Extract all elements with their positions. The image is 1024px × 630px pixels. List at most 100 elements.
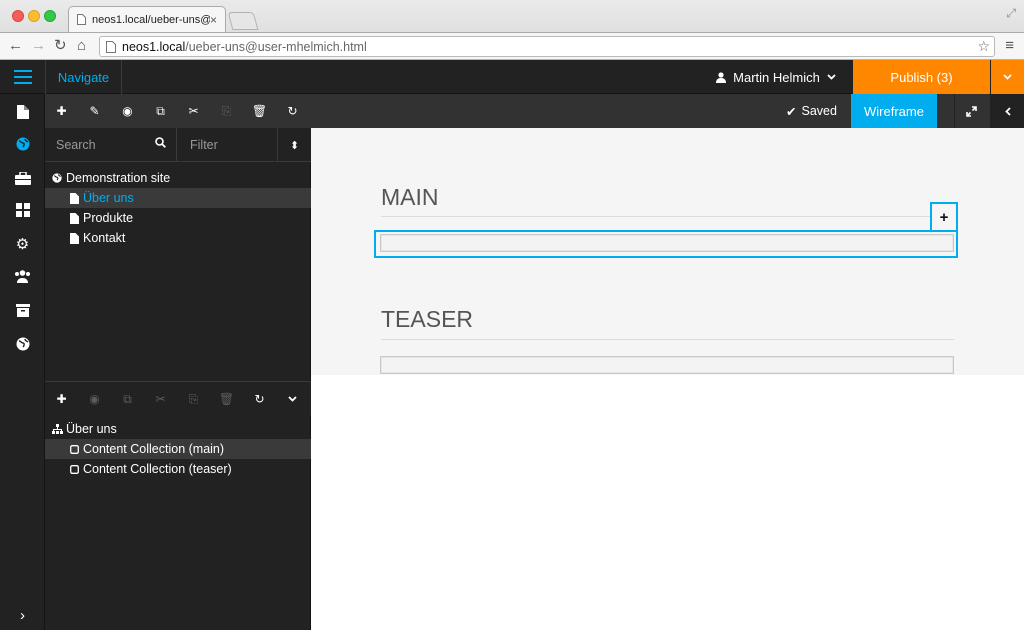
divider <box>381 339 954 340</box>
pencil-icon[interactable]: ✎ <box>78 94 111 128</box>
users-icon[interactable] <box>0 260 45 292</box>
chevron-right-icon[interactable]: › <box>0 607 45 624</box>
content-collection-label: Content Collection (teaser) <box>83 462 232 476</box>
refresh-icon[interactable]: ↻ <box>276 94 309 128</box>
content-collection-node[interactable]: Content Collection (main) <box>45 439 311 459</box>
minimize-window-button[interactable] <box>28 10 40 22</box>
wireframe-button[interactable]: Wireframe <box>851 94 937 128</box>
menu-toggle-button[interactable] <box>0 60 45 94</box>
tree-root-node[interactable]: Demonstration site <box>45 168 311 188</box>
url-path: /ueber-uns@user-mhelmich.html <box>185 39 367 54</box>
tree-node-page[interactable]: Produkte <box>45 208 311 228</box>
teaser-section-title: TEASER <box>381 306 474 332</box>
home-icon[interactable]: ⌂ <box>77 37 86 55</box>
collapse-inspector-button[interactable] <box>990 94 1024 128</box>
eye-slash-icon[interactable]: ◉ <box>111 94 144 128</box>
publish-button[interactable]: Publish (3) <box>853 60 990 94</box>
close-window-button[interactable] <box>12 10 24 22</box>
filter-placeholder: Filter <box>190 138 218 152</box>
neos-app: Navigate Martin Helmich Publish (3) ✔ Sa… <box>0 60 1024 630</box>
square-icon <box>67 444 81 454</box>
scissors-icon[interactable]: ✂ <box>177 94 210 128</box>
tree-node-page[interactable]: Kontakt <box>45 228 311 248</box>
browser-tab[interactable]: neos1.local/ueber-uns@us × <box>68 6 226 32</box>
page-tree-toolbar: ✚ ✎ ◉ ⧉ ✂ ⎘ 🗑 ↻ <box>45 94 311 128</box>
search-row: Search Filter ⬍ <box>45 128 311 162</box>
bookmark-star-icon[interactable]: ☆ <box>977 38 990 55</box>
user-menu[interactable]: Martin Helmich <box>700 60 852 94</box>
content-collection-label: Content Collection (main) <box>83 442 225 456</box>
content-tree-root-label: Über uns <box>66 422 117 436</box>
page-icon <box>106 40 116 53</box>
content-collection-node[interactable]: Content Collection (teaser) <box>45 459 311 479</box>
briefcase-icon[interactable] <box>0 162 45 194</box>
refresh-icon[interactable]: ↻ <box>243 382 276 416</box>
content-canvas: MAIN + TEASER <box>311 128 1024 630</box>
chevron-down-icon[interactable] <box>276 382 309 416</box>
teaser-content-collection[interactable] <box>380 356 954 374</box>
forward-arrow-icon[interactable]: → <box>31 37 46 55</box>
scissors-icon[interactable]: ✂ <box>144 382 177 416</box>
tree-node-label: Über uns <box>83 191 134 205</box>
document-icon[interactable] <box>0 96 45 128</box>
archive-icon[interactable] <box>0 294 45 326</box>
chevron-left-icon <box>1004 106 1011 116</box>
tree-node-page[interactable]: Über uns <box>45 188 311 208</box>
globe-world-icon[interactable] <box>0 328 45 360</box>
filter-select[interactable]: Filter <box>177 128 278 162</box>
eye-slash-icon[interactable]: ◉ <box>78 382 111 416</box>
document-icon <box>67 192 81 204</box>
main-content-collection[interactable] <box>380 234 954 252</box>
plus-icon[interactable]: ✚ <box>45 382 78 416</box>
top-bar: Navigate Martin Helmich Publish (3) <box>0 60 1024 94</box>
browser-menu-icon[interactable]: ≡ <box>1005 37 1014 54</box>
copy-icon[interactable]: ⧉ <box>144 94 177 128</box>
search-placeholder: Search <box>56 138 96 152</box>
square-icon <box>67 464 81 474</box>
fullscreen-button[interactable] <box>954 94 988 128</box>
document-icon <box>67 212 81 224</box>
plus-icon[interactable]: ✚ <box>45 94 78 128</box>
back-arrow-icon[interactable]: ← <box>8 37 23 55</box>
tree-root-label: Demonstration site <box>66 171 171 185</box>
expand-icon <box>966 105 977 117</box>
tree-node-label: Produkte <box>83 211 134 225</box>
paste-icon[interactable]: ⎘ <box>210 94 243 128</box>
saved-label: Saved <box>801 104 837 118</box>
tab-close-button[interactable]: × <box>210 13 217 27</box>
trash-icon[interactable]: 🗑 <box>243 94 276 128</box>
trash-icon[interactable]: 🗑 <box>210 382 243 416</box>
publish-dropdown-button[interactable] <box>991 60 1024 94</box>
search-icon[interactable] <box>155 137 166 151</box>
chevron-down-icon <box>827 74 836 80</box>
plus-icon: + <box>939 208 949 226</box>
content-toolbar: ✔ Saved Wireframe <box>311 94 1024 128</box>
cogs-icon[interactable]: ⚙ <box>0 228 45 260</box>
address-bar[interactable]: neos1.local /ueber-uns@user-mhelmich.htm… <box>99 36 995 57</box>
paste-icon[interactable]: ⎘ <box>177 382 210 416</box>
saved-status: ✔ Saved <box>786 94 837 128</box>
content-tree-root[interactable]: Über uns <box>45 419 311 439</box>
add-content-button[interactable]: + <box>930 202 958 230</box>
module-rail: ⚙ › <box>0 94 45 630</box>
content-tree-toolbar: ✚ ◉ ⧉ ✂ ⎘ 🗑 ↻ <box>45 382 311 416</box>
globe-icon[interactable] <box>0 128 45 160</box>
main-section-title: MAIN <box>381 184 439 210</box>
url-domain: neos1.local <box>122 39 186 54</box>
sitemap-icon <box>50 424 64 434</box>
tab-navigate[interactable]: Navigate <box>45 60 122 94</box>
page-preview: MAIN + TEASER <box>311 128 1024 375</box>
user-icon <box>716 71 727 83</box>
fullscreen-arrows-icon[interactable]: ⤢ <box>1006 6 1016 21</box>
tab-title: neos1.local/ueber-uns@us <box>92 13 210 26</box>
maximize-window-button[interactable] <box>44 10 56 22</box>
reload-icon[interactable]: ↻ <box>54 37 67 55</box>
sort-icon[interactable]: ⬍ <box>278 128 311 162</box>
new-tab-button[interactable] <box>227 12 259 30</box>
page-icon <box>77 14 86 25</box>
dashboard-icon[interactable] <box>0 194 45 226</box>
search-input[interactable]: Search <box>45 128 177 162</box>
copy-icon[interactable]: ⧉ <box>111 382 144 416</box>
divider <box>381 216 954 217</box>
chevron-down-icon <box>1003 74 1012 80</box>
